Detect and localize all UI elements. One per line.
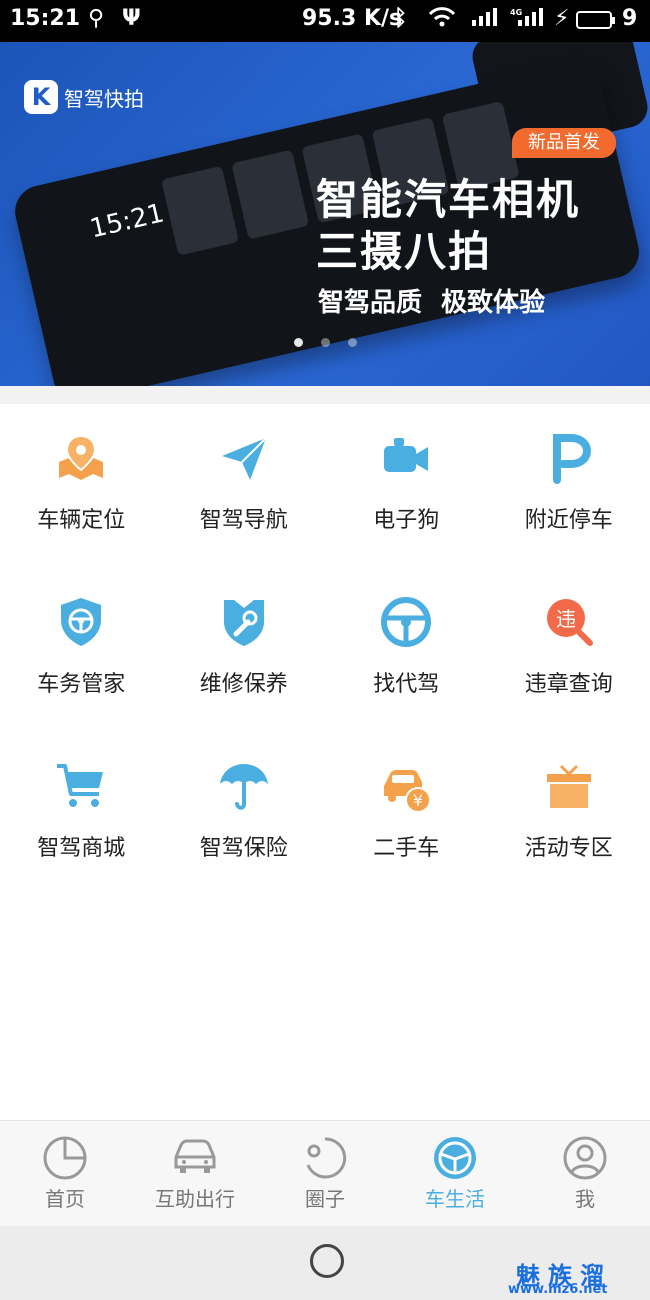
service-label: 车务管家 (37, 672, 126, 697)
device-tile (231, 149, 310, 240)
cart-icon (57, 764, 104, 807)
service-label: 维修保养 (199, 672, 288, 697)
umbrella-icon (219, 764, 268, 810)
service-violation-query[interactable]: 违 违章查询 (488, 596, 650, 760)
svg-text:违: 违 (556, 607, 576, 631)
service-label: 附近停车 (524, 508, 613, 533)
services-panel: 车辆定位 智驾导航 电子狗 附近停车 车务管家 维修保养 找代驾 违 违章查询 … (0, 404, 650, 1120)
tab-label: 互助出行 (155, 1187, 235, 1211)
network-speed: 95.3 K/s (302, 6, 403, 31)
service-label: 违章查询 (524, 672, 613, 697)
camera-icon (384, 438, 429, 472)
usb-icon: ⚲ (88, 6, 105, 31)
shield-wheel-icon (61, 598, 102, 646)
device-time: 15:21 (87, 198, 167, 245)
service-label: 智驾商城 (37, 836, 126, 861)
new-release-tag: 新品首发 (512, 128, 616, 158)
usb-debug-icon: Ψ (122, 6, 141, 31)
signal-icon (470, 6, 498, 34)
paper-plane-icon (221, 437, 267, 480)
charging-icon: ⚡ (554, 6, 570, 31)
service-activity-zone[interactable]: 活动专区 (488, 760, 650, 924)
bottom-tab-bar: 首页 互助出行 圈子 车生活 我 (0, 1120, 650, 1227)
service-label: 智驾导航 (199, 508, 288, 533)
tab-label: 圈子 (305, 1187, 345, 1211)
brand-logo: K 智驾快拍 (24, 80, 144, 114)
tab-circle[interactable]: 圈子 (260, 1135, 390, 1212)
carousel-dot[interactable] (348, 338, 357, 347)
car-yen-icon: ¥ (384, 770, 432, 812)
service-vehicle-affairs[interactable]: 车务管家 (0, 596, 163, 760)
steering-wheel-icon (381, 597, 432, 647)
service-vehicle-location[interactable]: 车辆定位 (0, 432, 163, 596)
service-label: 电子狗 (373, 508, 440, 533)
signal-4g-icon: 4G (510, 6, 544, 34)
service-label: 车辆定位 (37, 508, 126, 533)
service-speed-camera[interactable]: 电子狗 (325, 432, 488, 596)
tab-label: 首页 (45, 1187, 85, 1211)
service-navigation[interactable]: 智驾导航 (163, 432, 326, 596)
device-tile (161, 165, 240, 256)
home-button[interactable] (310, 1244, 344, 1278)
watermark-site: www.mz6.net (508, 1282, 608, 1297)
tab-home[interactable]: 首页 (0, 1135, 130, 1212)
violation-search-icon: 违 (546, 599, 593, 646)
service-maintenance[interactable]: 维修保养 (163, 596, 326, 760)
carousel-dot[interactable] (321, 338, 330, 347)
wifi-icon (428, 6, 456, 34)
service-used-car[interactable]: ¥ 二手车 (325, 760, 488, 924)
banner-subheadline: 三摄八拍 (316, 227, 493, 276)
service-insurance[interactable]: 智驾保险 (163, 760, 326, 924)
status-time: 15:21 (10, 6, 81, 31)
gift-icon (546, 764, 591, 808)
battery-icon (576, 11, 615, 29)
services-grid: 车辆定位 智驾导航 电子狗 附近停车 车务管家 维修保养 找代驾 违 违章查询 … (0, 432, 650, 924)
steering-wheel-icon (434, 1137, 476, 1179)
network-type-label: 4G (510, 8, 522, 17)
bluetooth-icon: ᛒ (394, 6, 408, 31)
tab-label: 车生活 (425, 1187, 485, 1211)
status-bar: 15:21 ⚲ Ψ 95.3 K/s ᛒ 4G ⚡ 9 (0, 0, 650, 42)
service-label: 智驾保险 (199, 836, 288, 861)
wrench-shield-icon (223, 600, 264, 646)
tab-label: 我 (575, 1187, 595, 1211)
service-label: 找代驾 (373, 672, 440, 697)
service-designated-driver[interactable]: 找代驾 (325, 596, 488, 760)
service-label: 活动专区 (524, 836, 613, 861)
service-mall[interactable]: 智驾商城 (0, 760, 163, 924)
svg-text:¥: ¥ (413, 791, 423, 810)
car-icon (174, 1139, 216, 1173)
user-icon (563, 1136, 607, 1180)
system-nav-bar: 魅族溜 www.mz6.net (0, 1226, 650, 1300)
logo-text: 智驾快拍 (64, 86, 144, 111)
pie-chart-icon (43, 1136, 87, 1180)
map-pin-icon (59, 434, 104, 480)
battery-level: 9 (622, 6, 638, 31)
carousel-indicator (294, 338, 357, 347)
promo-banner[interactable]: 15:21 K 智驾快拍 新品首发 智能汽车相机 三摄八拍 智驾品质 极致体验 (0, 42, 650, 386)
tab-car-life[interactable]: 车生活 (390, 1135, 520, 1212)
service-nearby-parking[interactable]: 附近停车 (488, 432, 650, 596)
k-logo-icon: K (24, 80, 58, 114)
banner-slogan: 智驾品质 极致体验 (318, 288, 546, 318)
tab-me[interactable]: 我 (520, 1135, 650, 1212)
tab-carpool[interactable]: 互助出行 (130, 1135, 260, 1212)
parking-icon (552, 434, 591, 484)
service-label: 二手车 (373, 836, 440, 861)
carousel-dot[interactable] (294, 338, 303, 347)
circle-icon (306, 1137, 347, 1179)
